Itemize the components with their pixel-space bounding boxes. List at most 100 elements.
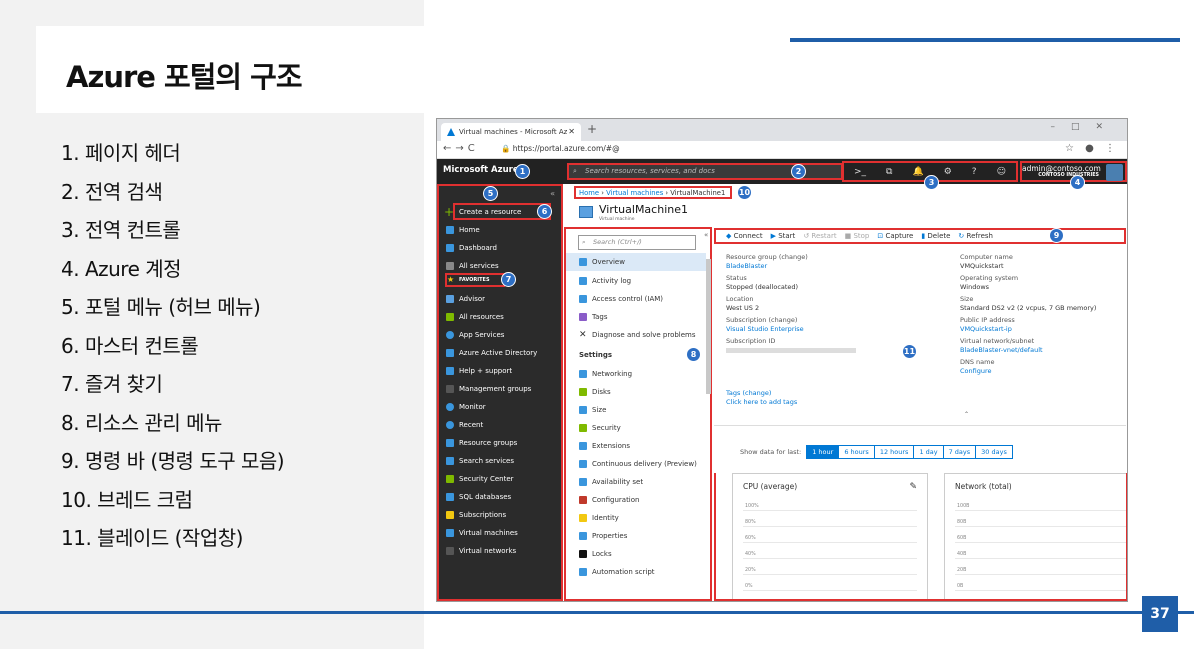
sidebar-item-recent[interactable]: Recent [439,416,563,434]
plus-icon: + [444,205,455,219]
sidebar-item-label: Create a resource [459,208,522,216]
vnet-link[interactable]: BladeBlaster-vnet/default [960,346,1096,355]
settings-icon[interactable]: ⚙ [944,167,952,177]
breadcrumb: Home › Virtual machines › VirtualMachine… [574,186,732,199]
time-range-button[interactable]: 12 hours [873,445,915,459]
vm-icon [446,529,454,537]
menu-item-label: Security [592,424,621,432]
sidebar-item-dashboard[interactable]: Dashboard [439,239,563,257]
collapse-icon[interactable]: « [704,231,708,239]
connect-button[interactable]: ◆ Connect [726,232,763,240]
sidebar-item-virtual-machines[interactable]: Virtual machines [439,524,563,542]
breadcrumb-home[interactable]: Home [579,189,599,197]
menu-item-iam[interactable]: Access control (IAM) [566,290,706,308]
sidebar-item-label: Virtual networks [459,547,517,555]
sidebar-item-monitor[interactable]: Monitor [439,398,563,416]
add-tags-link[interactable]: Click here to add tags [726,398,797,407]
time-range-button[interactable]: 6 hours [838,445,875,459]
network-icon [579,370,587,378]
menu-item-security[interactable]: Security [566,419,706,437]
sidebar-item-app-services[interactable]: App Services [439,326,563,344]
sidebar-item-search-services[interactable]: Search services [439,452,563,470]
menu-item-configuration[interactable]: Configuration [566,491,706,509]
menu-item-label: Overview [592,258,625,266]
help-icon[interactable]: ? [972,167,977,177]
menu-item-overview[interactable]: Overview [566,253,706,271]
menu-item-activity-log[interactable]: Activity log [566,272,706,290]
page-title: VirtualMachine1 [599,203,688,216]
url-field[interactable]: 🔒 https://portal.azure.com/#@ [501,144,620,153]
callout-badge: 10 [737,185,752,200]
gridline [955,542,1127,543]
field-label: Virtual network/subnet [960,337,1035,345]
menu-item-identity[interactable]: Identity [566,509,706,527]
sidebar-item-mgmt-groups[interactable]: Management groups [439,380,563,398]
time-range-button[interactable]: 30 days [975,445,1013,459]
directory-icon[interactable]: ⧉ [886,167,892,177]
menu-item-cd[interactable]: Continuous delivery (Preview) [566,455,706,473]
browser-tab[interactable]: Virtual machines - Microsoft Az ✕ [441,123,581,141]
globe-icon [446,331,454,339]
menu-item-availability[interactable]: Availability set [566,473,706,491]
menu-item-size[interactable]: Size [566,401,706,419]
brand-label[interactable]: Microsoft Azure [443,165,519,175]
restart-button[interactable]: ↺ Restart [803,232,836,240]
settings-heading: Settings [579,351,613,359]
time-range-button[interactable]: 1 day [913,445,944,459]
scrollbar[interactable] [706,259,711,394]
public-ip-link[interactable]: VMQuickstart-ip [960,325,1096,334]
menu-item-label: Extensions [592,442,631,450]
sidebar-item-label: Management groups [459,385,532,393]
sidebar-item-all-resources[interactable]: All resources [439,308,563,326]
subscription-link[interactable]: Visual Studio Enterprise [726,325,856,334]
nav-arrows-icon[interactable]: ←→C [443,143,479,154]
new-tab-icon[interactable]: + [587,122,597,136]
menu-item-label: Continuous delivery (Preview) [592,460,697,468]
resource-group-label: Resource group (change) [726,253,856,262]
time-range-button[interactable]: 7 days [942,445,977,459]
feedback-icon[interactable]: ☺ [997,167,1006,177]
sidebar-item-resource-groups[interactable]: Resource groups [439,434,563,452]
account-email: admin@contoso.com [1022,164,1101,173]
stop-button[interactable]: ■ Stop [845,232,870,240]
tags-change-link[interactable]: Tags (change) [726,389,797,398]
menu-item-networking[interactable]: Networking [566,365,706,383]
sidebar-item-security-center[interactable]: Security Center [439,470,563,488]
delete-button[interactable]: ▮ Delete [921,232,950,240]
menu-item-automation[interactable]: Automation script [566,563,706,581]
slide-title: Azure 포털의 구조 [66,60,303,94]
sidebar-item-help[interactable]: Help + support [439,362,563,380]
menu-item-extensions[interactable]: Extensions [566,437,706,455]
sidebar-item-virtual-networks[interactable]: Virtual networks [439,542,563,560]
tags-section: Tags (change) Click here to add tags [726,389,797,406]
field-label: Subscription (change) [726,316,798,324]
network-chart-card[interactable]: Network (total) 100B 80B 60B 40B 20B 0B [944,473,1127,601]
menu-item-disks[interactable]: Disks [566,383,706,401]
capture-button[interactable]: ⊡ Capture [877,232,913,240]
resource-search-input[interactable]: ⌕ Search (Ctrl+/) [578,235,696,250]
browser-menu-icons[interactable]: ☆ ● ⋮ [1065,143,1119,154]
collapse-essentials-icon[interactable]: ⌃ [964,411,969,418]
time-range-button[interactable]: 1 hour [806,445,840,459]
cpu-chart-card[interactable]: CPU (average) ✎ 100% 80% 60% 40% 20% 0% [732,473,928,601]
close-icon[interactable]: ✕ [568,123,575,141]
menu-item-tags[interactable]: Tags [566,308,706,326]
sidebar-item-subscriptions[interactable]: Subscriptions [439,506,563,524]
dns-configure-link[interactable]: Configure [960,367,1096,376]
collapse-icon[interactable]: « [550,189,555,198]
sidebar-item-aad[interactable]: Azure Active Directory [439,344,563,362]
notifications-icon[interactable]: 🔔 [912,167,923,177]
start-button[interactable]: ▶ Start [771,232,796,240]
pin-icon[interactable]: ✎ [909,482,917,492]
breadcrumb-vms[interactable]: Virtual machines [606,189,663,197]
menu-item-diagnose[interactable]: ✕ Diagnose and solve problems [566,326,706,344]
sidebar-item-sql[interactable]: SQL databases [439,488,563,506]
refresh-button[interactable]: ↻ Refresh [958,232,993,240]
menu-item-locks[interactable]: Locks [566,545,706,563]
sidebar-item-advisor[interactable]: Advisor [439,290,563,308]
sidebar-item-home[interactable]: Home [439,221,563,239]
cloud-shell-icon[interactable]: >_ [854,167,866,177]
window-controls[interactable]: –□✕ [1050,122,1119,132]
menu-item-properties[interactable]: Properties [566,527,706,545]
resource-group-link[interactable]: BladeBlaster [726,262,856,271]
